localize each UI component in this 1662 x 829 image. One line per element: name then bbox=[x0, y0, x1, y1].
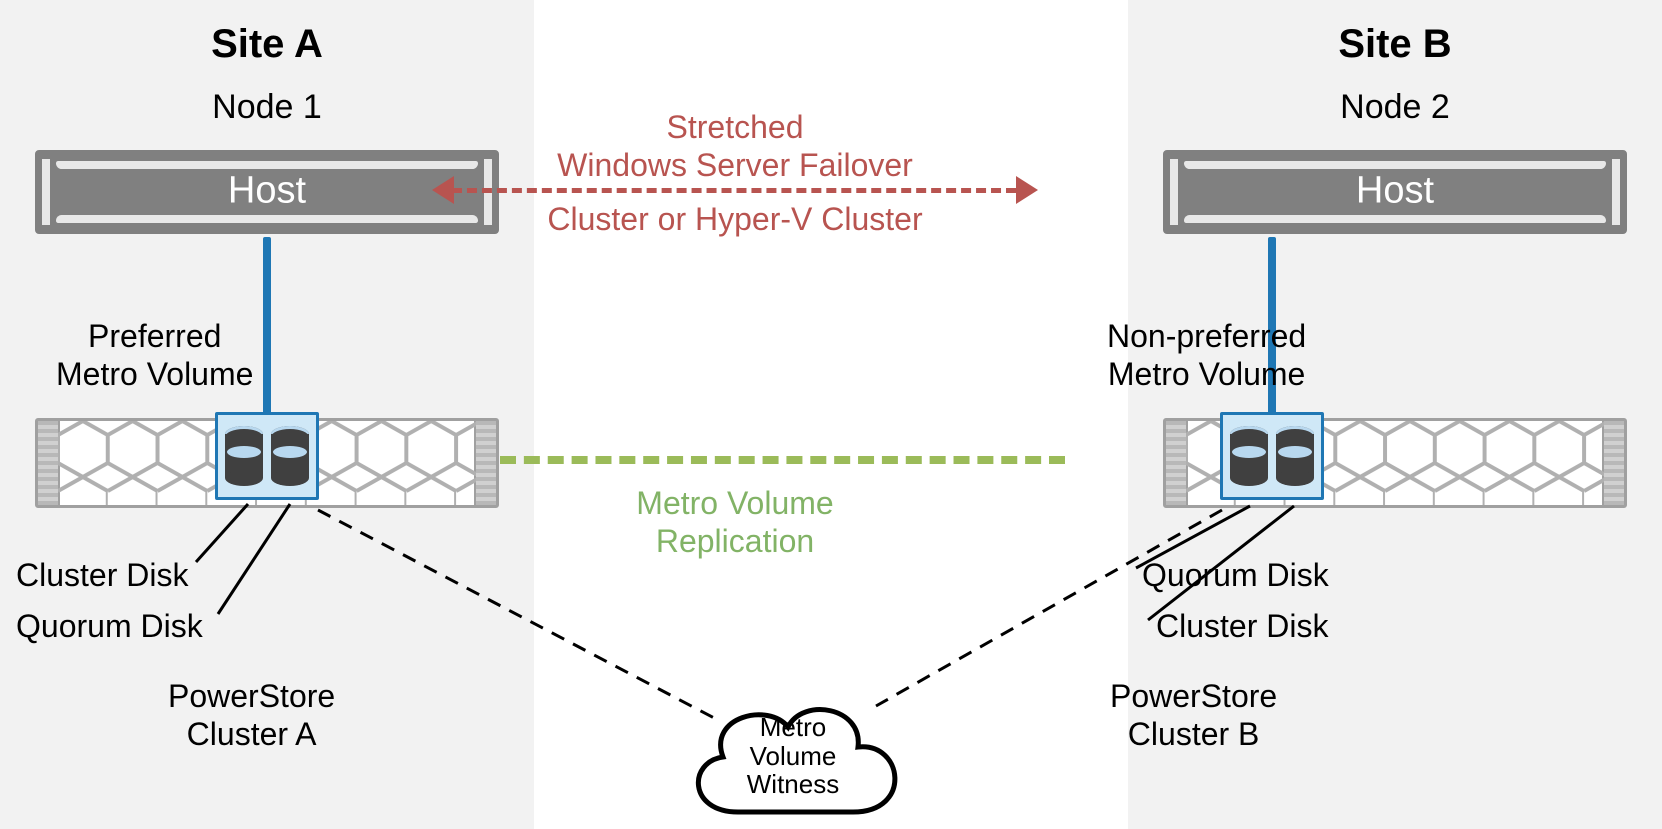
quorum-disk-b-label: Quorum Disk bbox=[1142, 557, 1329, 595]
metro-volumes-b bbox=[1220, 412, 1324, 500]
disk-icon bbox=[225, 426, 263, 486]
node-1-label: Node 1 bbox=[0, 88, 534, 127]
arrowhead-right-icon bbox=[1016, 176, 1038, 204]
metro-volumes-a bbox=[215, 412, 319, 500]
quorum-disk-a-label: Quorum Disk bbox=[16, 608, 203, 646]
site-b-title: Site B bbox=[1128, 22, 1662, 67]
node-2-label: Node 2 bbox=[1128, 88, 1662, 127]
stretched-label-2: Windows Server Failover bbox=[540, 146, 930, 184]
cluster-disk-a-label: Cluster Disk bbox=[16, 557, 188, 595]
arrowhead-left-icon bbox=[432, 176, 454, 204]
metro-replication-link bbox=[500, 456, 1065, 464]
host-b: Host bbox=[1163, 150, 1627, 234]
cluster-disk-b-label: Cluster Disk bbox=[1156, 608, 1328, 646]
host-a: Host bbox=[35, 150, 499, 234]
witness-label: Metro Volume Witness bbox=[747, 713, 839, 799]
nonpreferred-metro-volume-label: Non-preferred Metro Volume bbox=[1107, 318, 1306, 394]
stretched-label-3: Cluster or Hyper-V Cluster bbox=[540, 200, 930, 238]
disk-icon bbox=[1230, 426, 1268, 486]
stretched-cluster-link bbox=[452, 188, 1016, 193]
stretched-label-1: Stretched bbox=[540, 108, 930, 146]
disk-icon bbox=[271, 426, 309, 486]
preferred-metro-volume-label: Preferred Metro Volume bbox=[56, 318, 253, 394]
metro-replication-label: Metro Volume Replication bbox=[595, 484, 875, 561]
site-a-title: Site A bbox=[0, 22, 534, 67]
link-host-a-to-storage bbox=[263, 237, 271, 415]
host-a-label: Host bbox=[228, 170, 306, 213]
powerstore-cluster-b-label: PowerStore Cluster B bbox=[1110, 678, 1277, 754]
disk-icon bbox=[1276, 426, 1314, 486]
host-b-label: Host bbox=[1356, 170, 1434, 213]
powerstore-cluster-a-label: PowerStore Cluster A bbox=[168, 678, 335, 754]
metro-volume-witness-cloud: Metro Volume Witness bbox=[678, 672, 908, 822]
